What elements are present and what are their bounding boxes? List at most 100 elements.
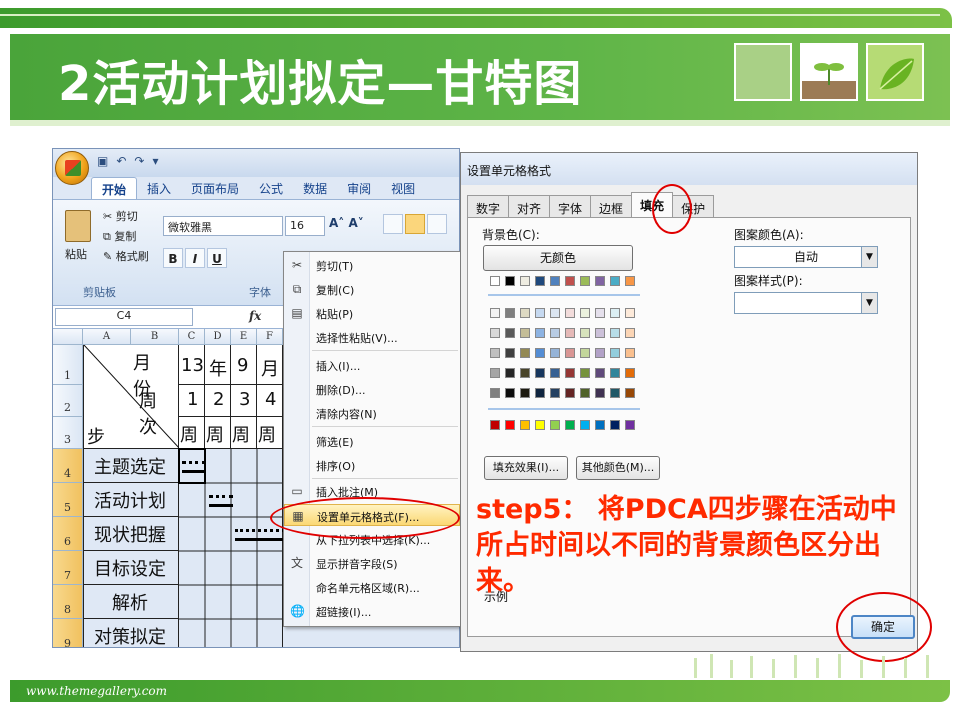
no-color-button[interactable]: 无颜色 xyxy=(483,245,633,271)
week-number-cell[interactable]: 3 xyxy=(231,385,257,417)
year-cell[interactable]: 13 xyxy=(179,345,205,385)
color-swatch[interactable] xyxy=(535,348,545,358)
column-header[interactable]: B xyxy=(131,329,179,345)
step-cell[interactable]: 目标设定 xyxy=(83,551,179,585)
color-swatch[interactable] xyxy=(580,328,590,338)
color-swatch[interactable] xyxy=(535,276,545,286)
color-swatch[interactable] xyxy=(565,388,575,398)
menu-item-paste[interactable]: ▤ 粘贴(P) xyxy=(284,302,460,324)
menu-item-clear-contents[interactable]: 清除内容(N) xyxy=(284,402,460,424)
color-swatch[interactable] xyxy=(625,328,635,338)
color-swatch[interactable] xyxy=(520,388,530,398)
color-swatch[interactable] xyxy=(505,348,515,358)
color-swatch[interactable] xyxy=(520,276,530,286)
cut-button[interactable]: ✂ 剪切 xyxy=(103,208,138,224)
column-header[interactable]: E xyxy=(231,329,257,345)
month-unit-cell[interactable]: 月 xyxy=(257,345,283,385)
color-swatch[interactable] xyxy=(505,368,515,378)
color-swatch[interactable] xyxy=(505,308,515,318)
color-swatch[interactable] xyxy=(505,388,515,398)
row-header[interactable]: 1 xyxy=(53,345,83,385)
color-swatch[interactable] xyxy=(595,276,605,286)
color-swatch[interactable] xyxy=(565,328,575,338)
step-cell[interactable]: 解析 xyxy=(83,585,179,619)
color-swatch[interactable] xyxy=(625,348,635,358)
row-header[interactable]: 3 xyxy=(53,417,83,449)
color-swatch[interactable] xyxy=(580,276,590,286)
color-swatch[interactable] xyxy=(520,420,530,430)
color-swatch[interactable] xyxy=(490,276,500,286)
row-header[interactable]: 5 xyxy=(53,483,83,517)
color-swatch[interactable] xyxy=(625,388,635,398)
color-swatch[interactable] xyxy=(550,348,560,358)
color-swatch[interactable] xyxy=(625,420,635,430)
tab-page-layout[interactable]: 页面布局 xyxy=(181,177,249,199)
week-unit-cell[interactable]: 周 xyxy=(231,417,257,449)
color-swatch[interactable] xyxy=(610,308,620,318)
undo-icon[interactable]: ↶ xyxy=(116,154,126,168)
color-swatch[interactable] xyxy=(610,420,620,430)
format-painter-button[interactable]: ✎ 格式刷 xyxy=(103,248,149,264)
color-swatch[interactable] xyxy=(550,388,560,398)
week-number-cell[interactable]: 2 xyxy=(205,385,231,417)
row-header[interactable]: 4 xyxy=(53,449,83,483)
row-header[interactable]: 8 xyxy=(53,585,83,619)
color-swatch[interactable] xyxy=(580,308,590,318)
color-swatch[interactable] xyxy=(535,368,545,378)
color-swatch[interactable] xyxy=(595,348,605,358)
color-swatch[interactable] xyxy=(490,368,500,378)
menu-item-name-range[interactable]: 命名单元格区域(R)... xyxy=(284,576,460,598)
font-grow-shrink-buttons[interactable]: A˄ A˅ xyxy=(329,216,364,230)
column-header[interactable]: C xyxy=(179,329,205,345)
color-swatch[interactable] xyxy=(610,348,620,358)
week-unit-cell[interactable]: 周 xyxy=(179,417,205,449)
redo-icon[interactable]: ↷ xyxy=(134,154,144,168)
color-swatch[interactable] xyxy=(490,388,500,398)
font-size-select[interactable]: 16 xyxy=(285,216,325,236)
color-swatch[interactable] xyxy=(625,308,635,318)
tab-data[interactable]: 数据 xyxy=(293,177,337,199)
menu-item-show-phonetic[interactable]: 文显示拼音字段(S) xyxy=(284,552,460,574)
column-header[interactable]: F xyxy=(257,329,283,345)
color-swatch[interactable] xyxy=(550,420,560,430)
tab-insert[interactable]: 插入 xyxy=(137,177,181,199)
color-swatch[interactable] xyxy=(595,368,605,378)
more-colors-button[interactable]: 其他颜色(M)... xyxy=(576,456,660,480)
color-swatch[interactable] xyxy=(580,420,590,430)
color-swatch[interactable] xyxy=(595,388,605,398)
name-box[interactable]: C4 xyxy=(55,308,193,326)
week-number-cell[interactable]: 1 xyxy=(179,385,205,417)
fill-effects-button[interactable]: 填充效果(I)... xyxy=(484,456,568,480)
menu-item-paste-special[interactable]: 选择性粘贴(V)... xyxy=(284,326,460,348)
color-swatch[interactable] xyxy=(550,328,560,338)
step-cell[interactable]: 对策拟定 xyxy=(83,619,179,647)
color-swatch[interactable] xyxy=(550,368,560,378)
color-swatch[interactable] xyxy=(610,328,620,338)
customize-qat-icon[interactable]: ▾ xyxy=(152,154,158,168)
color-swatch[interactable] xyxy=(505,420,515,430)
paste-button[interactable]: 粘贴 xyxy=(65,246,87,262)
month-cell[interactable]: 9 xyxy=(231,345,257,385)
row-header[interactable]: 7 xyxy=(53,551,83,585)
align-right-button[interactable] xyxy=(427,214,447,234)
align-center-button[interactable] xyxy=(405,214,425,234)
bold-button[interactable]: B xyxy=(163,248,183,268)
color-swatch[interactable] xyxy=(610,388,620,398)
color-swatch[interactable] xyxy=(535,328,545,338)
column-header[interactable]: D xyxy=(205,329,231,345)
color-swatch[interactable] xyxy=(535,420,545,430)
color-swatch[interactable] xyxy=(490,328,500,338)
step-cell[interactable]: 现状把握 xyxy=(83,517,179,551)
color-swatch[interactable] xyxy=(565,276,575,286)
italic-button[interactable]: I xyxy=(185,248,205,268)
color-swatch[interactable] xyxy=(550,276,560,286)
active-cell-c4[interactable] xyxy=(178,448,206,484)
color-swatch[interactable] xyxy=(610,368,620,378)
underline-button[interactable]: U xyxy=(207,248,227,268)
office-button[interactable] xyxy=(55,151,89,185)
save-icon[interactable]: ▣ xyxy=(97,154,108,168)
color-swatch[interactable] xyxy=(505,328,515,338)
color-swatch[interactable] xyxy=(490,308,500,318)
menu-item-insert[interactable]: 插入(I)... xyxy=(284,354,460,376)
color-swatch[interactable] xyxy=(625,276,635,286)
